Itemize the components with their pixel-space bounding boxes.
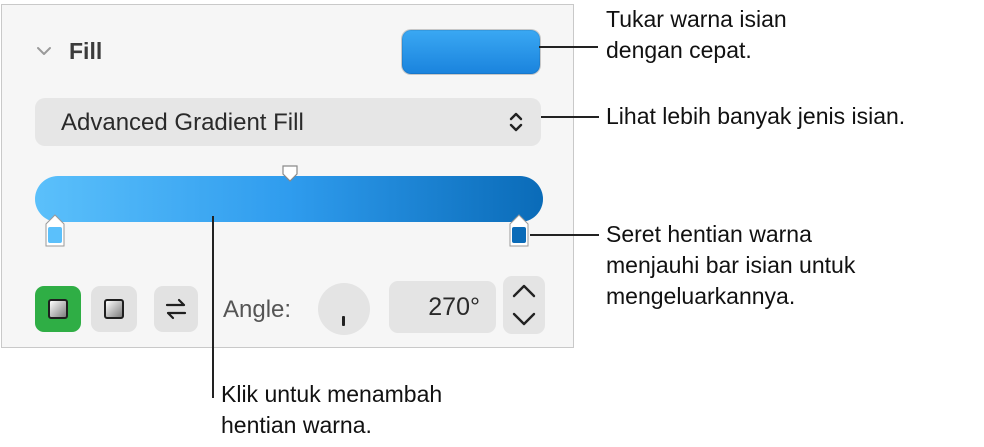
callout-text: hentian warna. bbox=[221, 412, 372, 438]
angle-stepper[interactable] bbox=[503, 276, 545, 334]
callout-bar: Klik untuk menambah hentian warna. bbox=[221, 379, 442, 441]
color-stop-end[interactable] bbox=[509, 214, 529, 248]
callout-text: Klik untuk menambah bbox=[221, 381, 443, 407]
callout-line-swatch bbox=[539, 46, 598, 48]
callout-line-bar bbox=[212, 216, 214, 398]
callout-fill-type: Lihat lebih banyak jenis isian. bbox=[606, 101, 905, 132]
reverse-arrows-icon bbox=[165, 298, 187, 320]
radial-gradient-icon bbox=[104, 299, 124, 319]
linear-gradient-button[interactable] bbox=[35, 286, 81, 332]
radial-gradient-button[interactable] bbox=[91, 286, 137, 332]
stepper-up-icon[interactable] bbox=[503, 276, 545, 305]
angle-value: 270° bbox=[428, 293, 480, 321]
callout-text: Lihat lebih banyak jenis isian. bbox=[606, 103, 906, 129]
angle-field[interactable]: 270° bbox=[389, 281, 496, 333]
callout-stop: Seret hentian warna menjauhi bar isian u… bbox=[606, 219, 855, 312]
fill-type-value: Advanced Gradient Fill bbox=[61, 109, 304, 136]
callout-text: Seret hentian warna bbox=[606, 221, 812, 247]
reverse-gradient-button[interactable] bbox=[154, 286, 198, 332]
callout-text: dengan cepat. bbox=[606, 37, 752, 63]
angle-dial[interactable] bbox=[318, 283, 370, 335]
angle-dial-indicator bbox=[342, 316, 345, 326]
callout-swatch: Tukar warna isian dengan cepat. bbox=[606, 4, 787, 66]
fill-type-select[interactable]: Advanced Gradient Fill bbox=[35, 98, 541, 146]
color-stop-start[interactable] bbox=[45, 214, 65, 248]
callout-text: Tukar warna isian bbox=[606, 6, 787, 32]
up-down-arrows-icon bbox=[509, 112, 523, 132]
section-title: Fill bbox=[69, 38, 103, 64]
stepper-down-icon[interactable] bbox=[503, 305, 545, 334]
gradient-midpoint-handle[interactable] bbox=[281, 165, 299, 183]
callout-text: mengeluarkannya. bbox=[606, 283, 796, 309]
angle-label: Angle: bbox=[223, 296, 292, 323]
fill-inspector-panel: Fill Advanced Gradient Fill Angle: 270° bbox=[1, 4, 574, 348]
linear-gradient-icon bbox=[48, 299, 68, 319]
callout-line-stop bbox=[530, 234, 599, 236]
callout-line-fill-type bbox=[541, 116, 599, 118]
callout-text: menjauhi bar isian untuk bbox=[606, 252, 856, 278]
fill-color-swatch[interactable] bbox=[402, 30, 540, 74]
chevron-down-icon[interactable] bbox=[34, 41, 54, 61]
